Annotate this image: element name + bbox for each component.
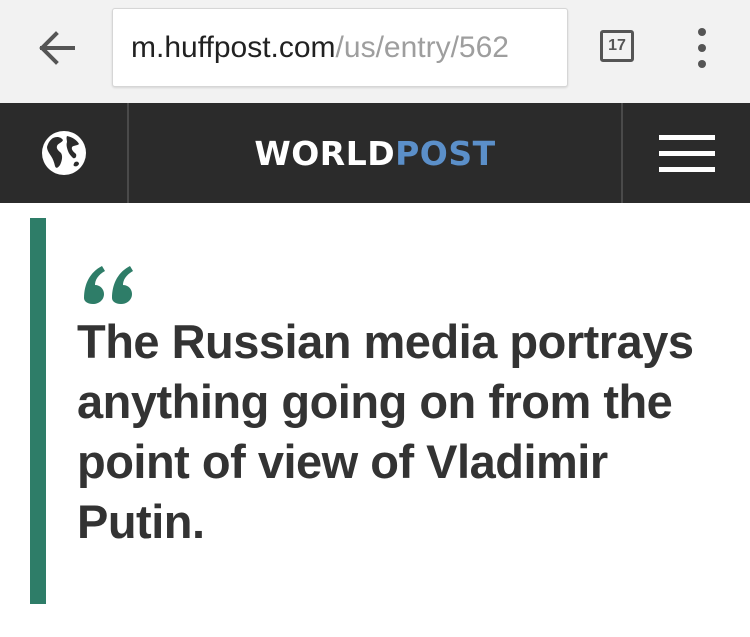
quote-accent-bar xyxy=(30,218,46,604)
arrow-left-icon xyxy=(39,31,75,65)
hamburger-line xyxy=(658,150,715,156)
quote-text: The Russian media portrays anything goin… xyxy=(77,315,694,548)
tab-count: 17 xyxy=(608,37,626,54)
worldpost-logo[interactable]: WORLD POST xyxy=(129,103,621,203)
globe-icon xyxy=(41,131,86,175)
url-host: m.huffpost.com xyxy=(131,30,336,64)
logo-post: POST xyxy=(395,133,496,173)
pull-quote: The Russian media portrays anything goin… xyxy=(30,218,730,604)
back-button[interactable] xyxy=(30,25,84,71)
quotation-mark-icon xyxy=(84,266,133,304)
vertical-dots-icon xyxy=(698,28,706,36)
site-header: WORLD POST xyxy=(0,103,750,203)
url-bar[interactable]: m.huffpost.com/us/entry/562 xyxy=(112,8,568,87)
url-path: /us/entry/562 xyxy=(335,30,509,64)
edition-button[interactable] xyxy=(0,103,129,203)
main-menu-button[interactable] xyxy=(621,103,750,203)
logo-world: WORLD xyxy=(254,133,396,173)
browser-menu-button[interactable] xyxy=(690,28,714,68)
dot xyxy=(698,60,706,68)
tab-switcher-button[interactable]: 17 xyxy=(600,30,634,62)
browser-toolbar: m.huffpost.com/us/entry/562 17 xyxy=(0,0,750,103)
hamburger-line xyxy=(658,166,715,172)
dot xyxy=(698,44,706,52)
hamburger-menu-icon xyxy=(658,134,715,140)
